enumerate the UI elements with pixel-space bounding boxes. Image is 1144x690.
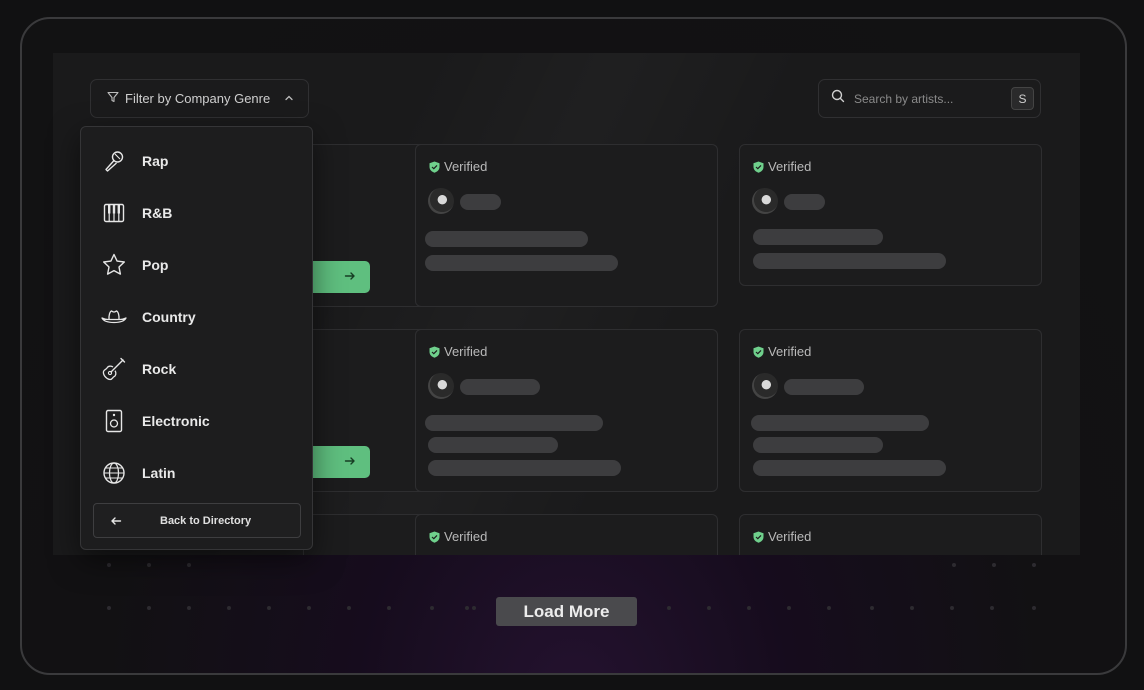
globe-icon — [101, 460, 127, 486]
filter-label: Filter by Company Genre — [125, 91, 271, 106]
load-more-button[interactable]: Load More — [496, 597, 637, 626]
verified-badge: Verified — [753, 159, 811, 174]
genre-label: Pop — [142, 257, 169, 273]
skeleton-bar — [425, 231, 588, 247]
genre-label: Latin — [142, 465, 176, 481]
verified-label: Verified — [768, 159, 812, 174]
artist-card[interactable]: Verified — [415, 144, 718, 307]
skeleton-bar — [425, 415, 603, 431]
skeleton-bar — [460, 194, 501, 210]
skeleton-bar — [753, 253, 946, 269]
artist-card[interactable]: Verified — [415, 329, 718, 492]
speaker-icon — [101, 408, 127, 434]
genre-option-rap[interactable]: Rap — [101, 143, 291, 179]
artist-card[interactable]: Verified — [415, 514, 718, 555]
skeleton-bar — [460, 379, 540, 395]
chevron-up-icon — [284, 91, 294, 106]
verified-label: Verified — [444, 529, 488, 544]
artist-avatar — [428, 188, 454, 214]
search-input[interactable] — [854, 91, 994, 106]
artist-card[interactable]: Verified — [739, 514, 1042, 555]
skeleton-bar — [753, 229, 883, 245]
artist-avatar — [752, 373, 778, 399]
verified-badge: Verified — [753, 529, 811, 544]
skeleton-bar — [425, 255, 618, 271]
shield-check-icon — [429, 346, 440, 358]
verified-badge: Verified — [429, 159, 487, 174]
artist-avatar — [752, 188, 778, 214]
arrow-left-icon — [94, 515, 138, 527]
shield-check-icon — [429, 531, 440, 543]
genre-option-pop[interactable]: Pop — [101, 247, 291, 283]
genre-label: Electronic — [142, 413, 210, 429]
shield-check-icon — [753, 531, 764, 543]
verified-label: Verified — [444, 159, 488, 174]
microphone-icon — [101, 148, 127, 174]
skeleton-bar — [784, 379, 864, 395]
verified-label: Verified — [768, 529, 812, 544]
artist-card[interactable]: Verified — [739, 329, 1042, 492]
guitar-icon — [101, 356, 127, 382]
verified-badge: Verified — [753, 344, 811, 359]
back-label: Back to Directory — [160, 514, 252, 527]
shield-check-icon — [429, 161, 440, 173]
verified-label: Verified — [768, 344, 812, 359]
skeleton-bar — [753, 437, 883, 453]
genre-option-rock[interactable]: Rock — [101, 351, 291, 387]
view-artist-button[interactable] — [304, 261, 370, 293]
view-artist-button[interactable] — [304, 446, 370, 478]
genre-label: Rap — [142, 153, 169, 169]
genre-filter-button[interactable]: Filter by Company Genre — [90, 79, 309, 118]
verified-badge: Verified — [429, 529, 487, 544]
shield-check-icon — [753, 346, 764, 358]
arrow-right-icon — [344, 454, 356, 470]
genre-option-rnb[interactable]: R&B — [101, 195, 291, 231]
verified-label: Verified — [444, 344, 488, 359]
skeleton-bar — [753, 460, 946, 476]
search-icon — [831, 89, 845, 108]
genre-option-electronic[interactable]: Electronic — [101, 403, 291, 439]
search-shortcut-key: S — [1011, 87, 1034, 110]
genre-option-latin[interactable]: Latin — [101, 455, 291, 491]
star-icon — [101, 252, 127, 278]
genre-label: Rock — [142, 361, 177, 377]
skeleton-bar — [428, 460, 621, 476]
cowboy-hat-icon — [101, 304, 127, 330]
genre-dropdown: Rap R&B Pop Country Rock Electronic Lati… — [80, 126, 313, 550]
artist-search: S — [818, 79, 1041, 118]
genre-label: Country — [142, 309, 196, 325]
back-to-directory-button[interactable]: Back to Directory — [93, 503, 301, 538]
skeleton-bar — [428, 437, 558, 453]
genre-option-country[interactable]: Country — [101, 299, 291, 335]
skeleton-bar — [751, 415, 929, 431]
artist-card[interactable]: Verified — [739, 144, 1042, 286]
piano-icon — [101, 200, 127, 226]
arrow-right-icon — [344, 269, 356, 285]
verified-badge: Verified — [429, 344, 487, 359]
artist-avatar — [428, 373, 454, 399]
genre-label: R&B — [142, 205, 173, 221]
skeleton-bar — [784, 194, 825, 210]
shield-check-icon — [753, 161, 764, 173]
filter-icon — [107, 91, 119, 106]
